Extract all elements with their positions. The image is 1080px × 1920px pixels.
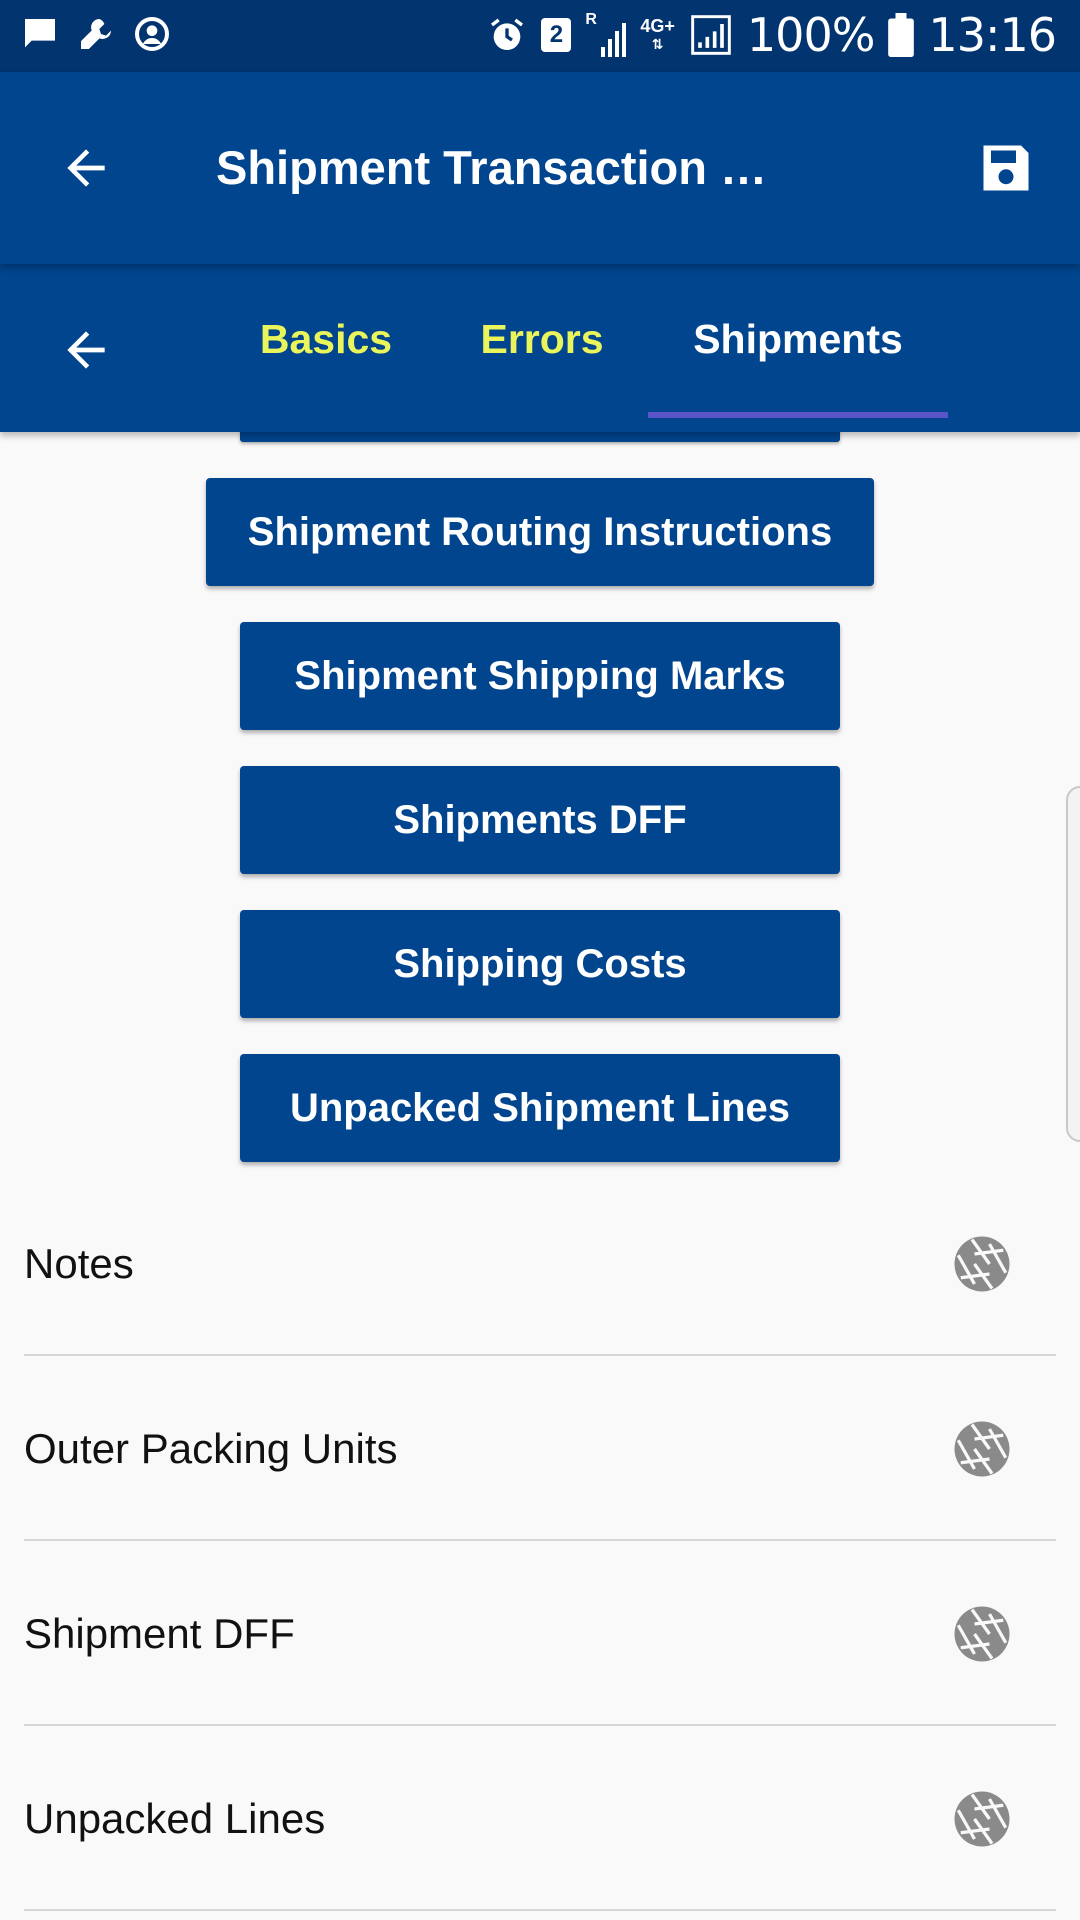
tab-shipments[interactable]: Shipments: [648, 264, 948, 432]
list-item-label: Unpacked Lines: [24, 1795, 326, 1842]
message-icon: [25, 19, 55, 48]
shipments-dff-button[interactable]: Shipments DFF: [240, 766, 840, 874]
status-bar: 2 R 4G+ ⇅ 100% 13:16: [0, 0, 1080, 72]
aperture-icon[interactable]: [952, 1234, 1012, 1294]
aperture-icon[interactable]: [952, 1789, 1012, 1849]
shipments-content: Shipment Routing Instructions Shipment S…: [0, 422, 1080, 1920]
list-item-outer-packing-units[interactable]: Outer Packing Units: [24, 1357, 1056, 1541]
signal-icon: R: [585, 11, 627, 57]
tab-bar: Basics Errors Shipments: [0, 264, 1080, 432]
list-item-notes[interactable]: Notes: [24, 1172, 1056, 1356]
unpacked-shipment-lines-button[interactable]: Unpacked Shipment Lines: [240, 1054, 840, 1162]
shipping-costs-button[interactable]: Shipping Costs: [240, 910, 840, 1018]
tab-back-arrow-icon[interactable]: [58, 322, 114, 378]
shipment-routing-instructions-button[interactable]: Shipment Routing Instructions: [206, 478, 874, 586]
list-item-unpacked-lines[interactable]: Unpacked Lines: [24, 1727, 1056, 1911]
back-arrow-icon[interactable]: [58, 140, 114, 196]
roaming-indicator: R: [585, 11, 597, 28]
sim-badge: 2: [541, 18, 572, 52]
battery-icon: [888, 13, 915, 57]
wrench-icon: [81, 19, 111, 49]
aperture-icon[interactable]: [952, 1419, 1012, 1479]
battery-percent: 100%: [746, 8, 876, 62]
account-circle-icon: [135, 17, 169, 51]
side-drawer-handle[interactable]: [1066, 786, 1080, 1142]
signal-strength-icon: [691, 15, 731, 55]
list-item-label: Shipment DFF: [24, 1610, 295, 1657]
tab-errors[interactable]: Errors: [464, 264, 620, 432]
page-title: Shipment Transaction …: [216, 141, 768, 194]
aperture-icon[interactable]: [952, 1604, 1012, 1664]
list-item-label: Notes: [24, 1240, 134, 1287]
shipment-shipping-marks-button[interactable]: Shipment Shipping Marks: [240, 622, 840, 730]
alarm-icon: [491, 18, 524, 50]
app-bar: Shipment Transaction …: [0, 72, 1080, 264]
clock: 13:16: [928, 8, 1057, 62]
active-tab-indicator: [648, 412, 948, 418]
list-item-label: Outer Packing Units: [24, 1425, 398, 1472]
tab-basics[interactable]: Basics: [240, 264, 412, 432]
network-type: 4G+ ⇅: [640, 16, 675, 52]
floppy-save-icon[interactable]: [976, 138, 1036, 198]
list-item-shipment-dff[interactable]: Shipment DFF: [24, 1542, 1056, 1726]
